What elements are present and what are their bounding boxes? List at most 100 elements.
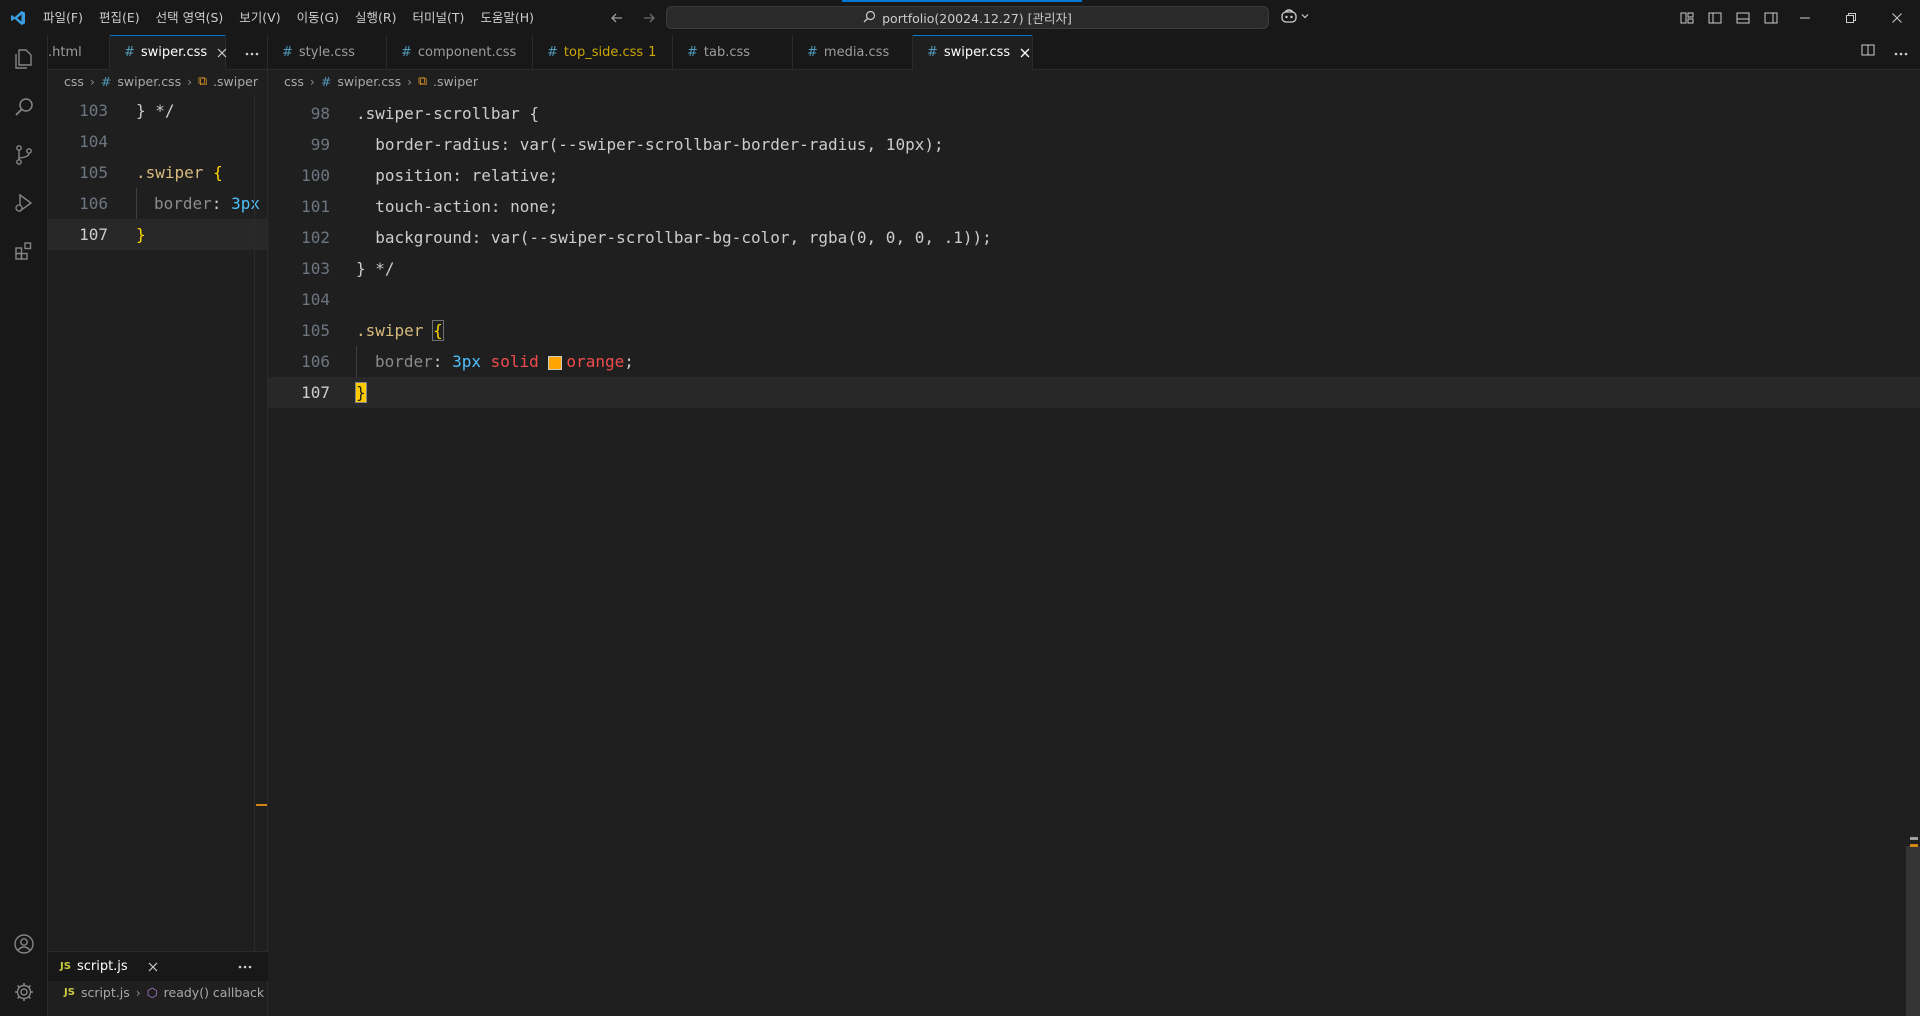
breadcrumb-item[interactable]: ready() callback	[164, 985, 264, 1000]
code-line: 104	[268, 284, 1920, 315]
menu-view[interactable]: 보기(V)	[231, 0, 288, 35]
breadcrumb-item[interactable]: script.js	[81, 985, 130, 1000]
line-number: 104	[301, 290, 330, 309]
tab-label: component.css	[417, 45, 517, 60]
close-brace: }	[355, 382, 367, 403]
breadcrumb-item[interactable]: css	[64, 74, 84, 89]
code-text: .swiper {	[356, 320, 444, 341]
gear-icon[interactable]	[0, 968, 48, 1016]
command-center[interactable]: portfolio(20024.12.27) [관리자]	[666, 6, 1269, 29]
tab-script-js[interactable]: JS script.js	[48, 952, 170, 982]
breadcrumb-item[interactable]: css	[284, 74, 304, 89]
more-actions-icon[interactable]	[245, 45, 259, 60]
overview-ruler-marker	[256, 804, 267, 806]
css-file-icon: #	[124, 45, 135, 60]
css-selector: .swiper	[136, 163, 204, 182]
code-editor-left[interactable]: 103 } */ 104 105 .swiper { 106 border: 3…	[48, 95, 267, 250]
close-icon[interactable]	[1020, 45, 1030, 61]
code-text: background: var(--swiper-scrollbar-bg-co…	[356, 228, 992, 247]
toggle-panel-icon[interactable]	[1732, 7, 1754, 29]
line-number: 107	[79, 225, 108, 244]
more-actions-icon[interactable]	[238, 965, 268, 969]
line-number: 98	[310, 104, 330, 123]
symbol-class-icon: ⧉	[418, 73, 428, 88]
tab-top-side-css[interactable]: # top_side.css 1	[533, 35, 673, 70]
toggle-secondary-sidebar-icon[interactable]	[1760, 7, 1782, 29]
css-property: border	[375, 352, 433, 371]
search-icon[interactable]	[0, 83, 48, 131]
left-tab-bar: .html # swiper.css	[48, 35, 267, 70]
tab-style-css[interactable]: # style.css	[268, 35, 387, 70]
breadcrumb: css › # swiper.css › ⧉ .swiper	[48, 70, 267, 92]
bottom-breadcrumb: JS script.js › ⬡ ready() callback	[48, 981, 268, 1003]
tab-html[interactable]: .html	[48, 35, 110, 70]
breadcrumb-item[interactable]: swiper.css	[337, 74, 401, 89]
close-window-icon[interactable]	[1874, 0, 1920, 35]
breadcrumb-item[interactable]: .swiper	[433, 74, 478, 89]
code-line: 98 .swiper-scrollbar {	[268, 98, 1920, 129]
menu-run[interactable]: 실행(R)	[347, 0, 404, 35]
menu-edit[interactable]: 편집(E)	[91, 0, 148, 35]
split-editor-icon[interactable]	[1860, 42, 1876, 62]
code-editor-right[interactable]: 98 .swiper-scrollbar { 99 border-radius:…	[268, 98, 1920, 408]
close-icon[interactable]	[217, 45, 227, 61]
js-file-icon: JS	[60, 961, 71, 972]
explorer-icon[interactable]	[0, 35, 48, 83]
menu-terminal[interactable]: 터미널(T)	[405, 0, 473, 35]
code-line-current: 107 }	[268, 377, 1920, 408]
menu-selection[interactable]: 선택 영역(S)	[148, 0, 232, 35]
vertical-scrollbar[interactable]	[1906, 92, 1920, 1016]
overview-ruler-marker	[1910, 844, 1918, 847]
tab-swiper-css-right[interactable]: # swiper.css	[913, 35, 1033, 70]
back-arrow-icon[interactable]	[606, 7, 628, 29]
scrollbar-thumb[interactable]	[1906, 846, 1920, 1016]
line-number: 106	[301, 352, 330, 371]
chevron-right-icon: ›	[135, 984, 141, 1000]
css-file-icon: #	[320, 73, 332, 89]
code-text: touch-action: none;	[356, 197, 559, 216]
right-tab-bar: # style.css # component.css # top_side.c…	[268, 35, 1920, 70]
menu-go[interactable]: 이동(G)	[289, 0, 347, 35]
line-number: 103	[301, 259, 330, 278]
tab-swiper-css-left[interactable]: # swiper.css	[110, 35, 227, 70]
code-line: 103 } */	[48, 95, 267, 126]
chevron-right-icon: ›	[407, 73, 413, 89]
toggle-primary-sidebar-icon[interactable]	[1704, 7, 1726, 29]
run-and-debug-icon[interactable]	[0, 179, 48, 227]
close-icon[interactable]	[148, 962, 158, 972]
tab-tab-css[interactable]: # tab.css	[673, 35, 793, 70]
breadcrumb-item[interactable]: swiper.css	[117, 74, 181, 89]
customize-layout-icon[interactable]	[1676, 7, 1698, 29]
css-selector: .swiper	[356, 321, 424, 340]
code-text: .swiper-scrollbar {	[356, 104, 540, 123]
copilot-button[interactable]	[1280, 6, 1310, 29]
extensions-icon[interactable]	[0, 227, 48, 275]
search-icon	[863, 10, 876, 26]
tab-media-css[interactable]: # media.css	[793, 35, 913, 70]
breadcrumb-item[interactable]: .swiper	[213, 74, 258, 89]
copilot-icon	[1280, 8, 1298, 28]
code-line-current: 107 }	[48, 219, 267, 250]
tab-label: .html	[48, 45, 82, 60]
chevron-right-icon: ›	[187, 73, 193, 89]
menu-help[interactable]: 도움말(H)	[472, 0, 542, 35]
restore-icon[interactable]	[1828, 0, 1874, 35]
source-control-icon[interactable]	[0, 131, 48, 179]
color-swatch-icon[interactable]	[548, 355, 563, 370]
accounts-icon[interactable]	[0, 920, 48, 968]
line-number: 103	[79, 101, 108, 120]
minimize-icon[interactable]	[1782, 0, 1828, 35]
line-number: 105	[79, 163, 108, 182]
tab-label: tab.css	[703, 45, 751, 60]
code-line: 105 .swiper {	[48, 157, 267, 188]
tab-component-css[interactable]: # component.css	[387, 35, 533, 70]
menu-file[interactable]: 파일(F)	[35, 0, 91, 35]
more-actions-icon[interactable]	[1894, 45, 1908, 60]
line-number: 107	[301, 383, 330, 402]
css-file-icon: #	[282, 45, 293, 60]
code-text: .swiper {	[136, 163, 223, 182]
line-number: 101	[301, 197, 330, 216]
scrollbar-track	[254, 95, 255, 951]
tab-label: swiper.css	[943, 45, 1011, 60]
forward-arrow-icon[interactable]	[638, 7, 660, 29]
